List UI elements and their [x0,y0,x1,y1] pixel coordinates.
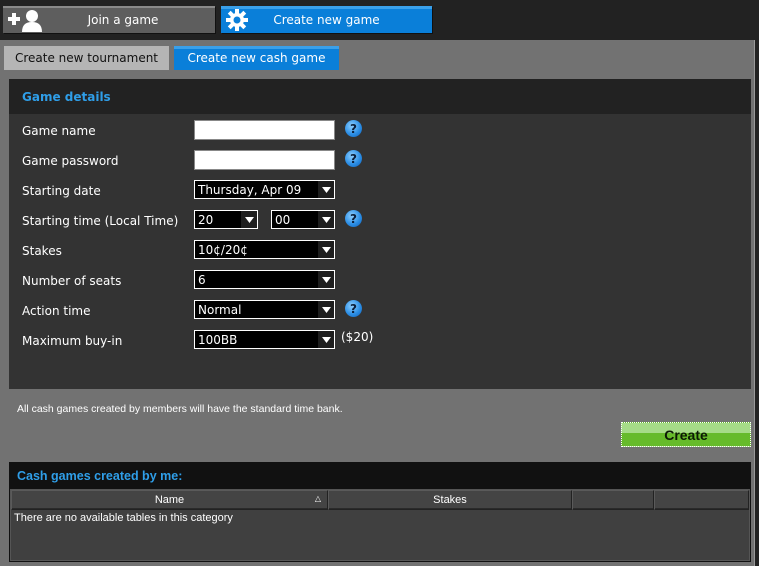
time-bank-note: All cash games created by members will h… [17,403,343,415]
chevron-down-icon [318,241,334,258]
stakes-value: 10¢/20¢ [198,242,248,257]
my-cash-games-panel: Cash games created by me: Name △ Stakes … [9,462,751,562]
tab-join-game[interactable]: Join a game [3,6,215,33]
starting-time-label: Starting time (Local Time) [22,214,179,228]
max-buyin-value: 100BB [198,332,238,347]
help-icon[interactable]: ? [345,150,362,167]
column-header-3[interactable] [572,490,654,510]
column-header-name-label: Name [154,494,185,506]
my-cash-games-title: Cash games created by me: [17,468,183,483]
starting-hour-value: 20 [198,212,214,227]
table-header: Name △ Stakes [11,490,749,510]
chevron-down-icon [318,211,334,228]
action-time-value: Normal [198,302,242,317]
empty-table-message: There are no available tables in this ca… [14,512,233,524]
starting-date-label: Starting date [22,184,101,198]
top-tab-bar: Join a game Create new game [0,0,759,40]
chevron-down-icon [318,301,334,318]
max-buyin-row: Maximum buy-in 100BB ($20) [9,330,751,352]
game-password-input[interactable] [194,150,335,170]
max-buyin-label: Maximum buy-in [22,334,123,348]
game-password-label: Game password [22,154,119,168]
tab-create-game-label: Create new game [273,12,380,27]
stakes-select[interactable]: 10¢/20¢ [194,240,335,259]
starting-date-row: Starting date Thursday, Apr 09 [9,180,751,202]
seats-label: Number of seats [22,274,122,288]
column-header-stakes[interactable]: Stakes [328,490,572,510]
game-details-panel: Game details Game name ? Game password ?… [9,79,751,389]
tab-create-tournament[interactable]: Create new tournament [4,46,169,70]
game-details-title: Game details [9,79,751,114]
starting-hour-select[interactable]: 20 [194,210,258,229]
action-time-label: Action time [22,304,91,318]
game-name-label: Game name [22,124,96,138]
game-name-row: Game name ? [9,120,751,142]
sort-ascending-icon: △ [314,494,321,503]
create-button[interactable]: Create [621,422,751,447]
main-panel: Create new tournament Create new cash ga… [0,40,755,566]
seats-value: 6 [198,272,206,287]
starting-minute-select[interactable]: 00 [271,210,335,229]
chevron-down-icon [318,181,334,198]
starting-time-row: Starting time (Local Time) 20 00 ? [9,210,751,232]
game-password-row: Game password ? [9,150,751,172]
tab-join-game-label: Join a game [87,12,159,27]
column-header-stakes-label: Stakes [433,494,467,506]
chevron-down-icon [241,211,257,228]
starting-date-select[interactable]: Thursday, Apr 09 [194,180,335,199]
help-icon[interactable]: ? [345,120,362,137]
stakes-label: Stakes [22,244,62,258]
starting-minute-value: 00 [275,212,291,227]
stakes-row: Stakes 10¢/20¢ [9,240,751,262]
my-cash-games-table: Name △ Stakes There are no available tab… [10,489,750,561]
seats-row: Number of seats 6 [9,270,751,292]
max-buyin-select[interactable]: 100BB [194,330,335,349]
column-header-4[interactable] [654,490,749,510]
starting-date-value: Thursday, Apr 09 [198,182,302,197]
action-time-row: Action time Normal ? [9,300,751,322]
tab-create-game[interactable]: Create new game [221,6,432,33]
column-header-name[interactable]: Name △ [11,490,328,510]
tab-create-cash-game[interactable]: Create new cash game [174,46,339,70]
seats-select[interactable]: 6 [194,270,335,289]
help-icon[interactable]: ? [345,300,362,317]
game-name-input[interactable] [194,120,335,140]
chevron-down-icon [318,271,334,288]
chevron-down-icon [318,331,334,348]
help-icon[interactable]: ? [345,210,362,227]
action-time-select[interactable]: Normal [194,300,335,319]
max-buyin-amount: ($20) [341,330,374,344]
